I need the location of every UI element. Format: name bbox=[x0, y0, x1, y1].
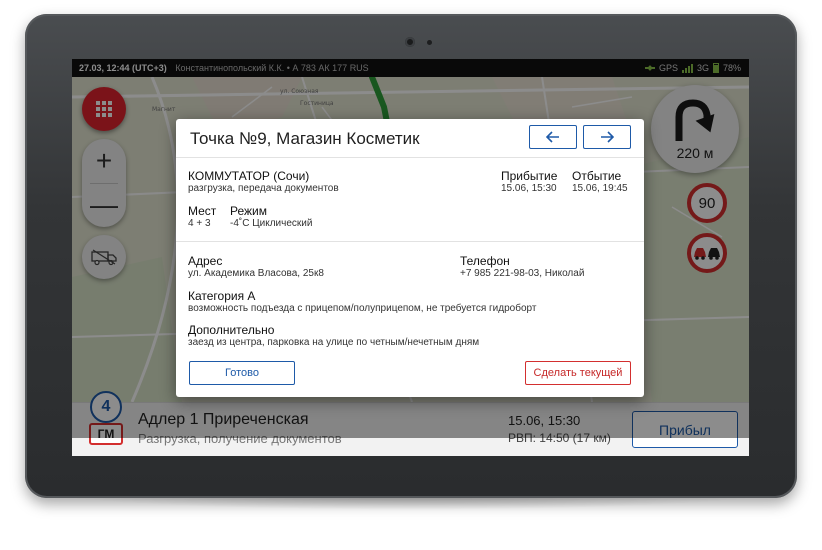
mode-value: -4˚С Циклический bbox=[230, 218, 313, 229]
places-label: Мест bbox=[188, 204, 217, 218]
client-operations: разгрузка, передача документов bbox=[188, 183, 339, 194]
phone-label: Телефон bbox=[460, 254, 510, 268]
extra-label: Дополнительно bbox=[188, 323, 275, 337]
dialog-divider bbox=[176, 241, 644, 242]
dialog-title: Точка №9, Магазин Косметик bbox=[190, 129, 420, 148]
dialog-divider bbox=[176, 157, 644, 158]
arrival-value: 15.06, 15:30 bbox=[501, 183, 557, 194]
category-label: Категория А bbox=[188, 289, 256, 303]
make-current-button[interactable]: Сделать текущей bbox=[525, 361, 631, 385]
arrow-left-icon bbox=[546, 131, 559, 143]
address-value: ул. Академика Власова, 25к8 bbox=[188, 268, 324, 279]
category-value: возможность подъезда с прицепом/полуприц… bbox=[188, 303, 537, 314]
departure-value: 15.06, 19:45 bbox=[572, 183, 628, 194]
arrival-label: Прибытие bbox=[501, 169, 558, 183]
next-point-button[interactable] bbox=[583, 125, 631, 149]
done-button[interactable]: Готово bbox=[189, 361, 295, 385]
previous-point-button[interactable] bbox=[529, 125, 577, 149]
sensor-icon bbox=[427, 40, 432, 45]
point-details-dialog: Точка №9, Магазин Косметик КОММУТАТОР (С… bbox=[176, 119, 644, 397]
departure-label: Отбытие bbox=[572, 169, 622, 183]
extra-value: заезд из центра, парковка на улице по че… bbox=[188, 337, 480, 348]
camera-icon bbox=[405, 37, 415, 47]
arrow-right-icon bbox=[601, 131, 614, 143]
address-label: Адрес bbox=[188, 254, 223, 268]
phone-value: +7 985 221-98-03, Николай bbox=[460, 268, 585, 279]
client-name: КОММУТАТОР (Сочи) bbox=[188, 169, 310, 183]
mode-label: Режим bbox=[230, 204, 267, 218]
places-value: 4 + 3 bbox=[188, 218, 211, 229]
